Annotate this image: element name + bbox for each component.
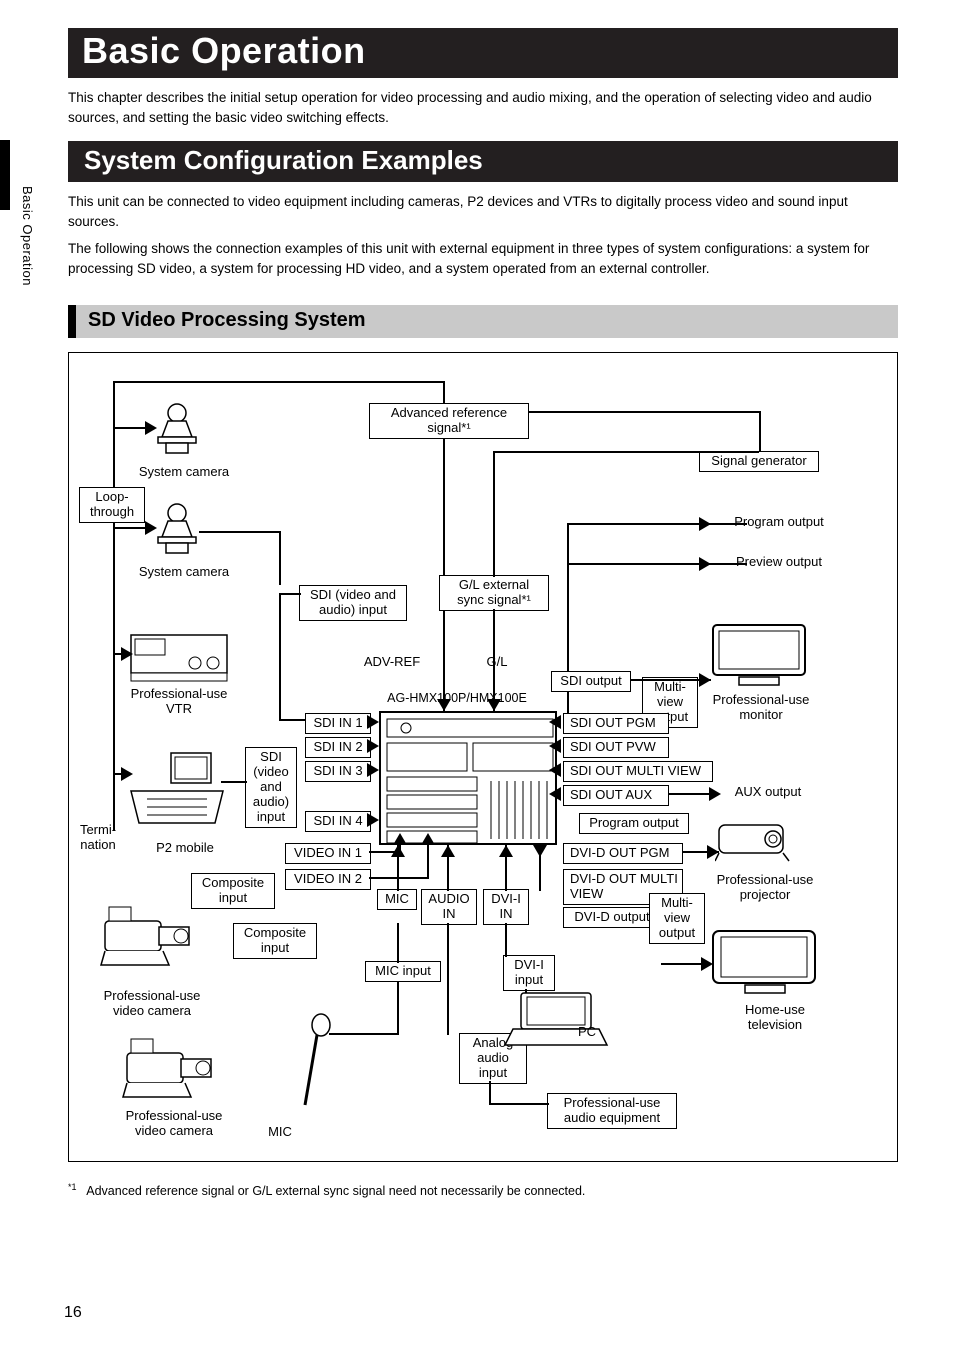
dvid-out-pgm-label: DVI-D OUT PGM (563, 843, 683, 864)
sdi-in-2-label: SDI IN 2 (305, 737, 371, 758)
p2-mobile-label: P2 mobile (145, 841, 225, 856)
page-number: 16 (64, 1304, 82, 1322)
side-section-label: Basic Operation (20, 186, 35, 286)
adv-ref-label: ADV-REF (357, 655, 427, 670)
pro-projector-label: Professional-use projector (705, 873, 825, 903)
home-tv-label: Home-use television (725, 1003, 825, 1033)
section-heading: System Configuration Examples (68, 141, 898, 182)
microphone-icon (297, 1013, 335, 1113)
camcorder-icon (119, 1033, 219, 1103)
sdi-in-3-label: SDI IN 3 (305, 761, 371, 782)
signal-generator-label: Signal generator (699, 451, 819, 472)
footnote-text: Advanced reference signal or G/L externa… (86, 1184, 585, 1198)
dvid-output-label: DVI-D output (563, 907, 661, 928)
preview-output-label: Preview output (719, 555, 839, 570)
system-camera-2-label: System camera (129, 565, 239, 580)
aux-output-label: AUX output (723, 785, 813, 800)
video-in-2-label: VIDEO IN 2 (285, 869, 371, 890)
central-unit-icon (379, 711, 557, 845)
adv-ref-signal-label: Advanced reference signal*¹ (369, 403, 529, 439)
footnote: *1 Advanced reference signal or G/L exte… (68, 1182, 898, 1198)
tv-icon (709, 927, 819, 997)
video-in-1-label: VIDEO IN 1 (285, 843, 371, 864)
camcorder-icon (97, 901, 197, 971)
pro-audio-label: Professional-use audio equipment (547, 1093, 677, 1129)
sdi-out-mv-label: SDI OUT MULTI VIEW (563, 761, 713, 782)
subsection-heading: SD Video Processing System (68, 305, 898, 338)
pro-vtr-icon (129, 633, 229, 685)
dvii-input-label: DVI-I input (503, 955, 555, 991)
termination-label: Termi-nation (73, 823, 123, 853)
side-tab (0, 140, 10, 210)
audio-in-label: AUDIO IN (421, 889, 477, 925)
sdi-in-1-label: SDI IN 1 (305, 713, 371, 734)
sdi-va-input-label: SDI (video and audio) input (299, 585, 407, 621)
dvii-in-label: DVI-I IN (483, 889, 529, 925)
composite-input-2-label: Composite input (233, 923, 317, 959)
system-camera-icon (154, 403, 200, 457)
mic-label: MIC (255, 1125, 305, 1140)
system-camera-1-label: System camera (129, 465, 239, 480)
p2-mobile-icon (129, 751, 225, 825)
sd-system-diagram: Advanced reference signal*¹ Signal gener… (68, 352, 898, 1162)
footnote-marker: *1 (68, 1182, 77, 1192)
composite-input-1-label: Composite input (191, 873, 275, 909)
program-output-2-label: Program output (579, 813, 689, 834)
sdi-out-pvw-label: SDI OUT PVW (563, 737, 669, 758)
pro-monitor-label: Professional-use monitor (701, 693, 821, 723)
pro-vtr-label: Professional-use VTR (119, 687, 239, 717)
program-output-label: Program output (719, 515, 839, 530)
system-camera-icon (154, 503, 200, 557)
section-paragraph-2: The following shows the connection examp… (68, 239, 898, 280)
gl-ext-sync-label: G/L external sync signal*¹ (439, 575, 549, 611)
loop-through-label: Loop-through (79, 487, 145, 523)
mic-input-label: MIC input (365, 961, 441, 982)
sdi-output-label: SDI output (551, 671, 631, 692)
section-paragraph-1: This unit can be connected to video equi… (68, 192, 898, 233)
sdi-in-4-label: SDI IN 4 (305, 811, 371, 832)
sdi-out-pgm-label: SDI OUT PGM (563, 713, 669, 734)
sdi-out-aux-label: SDI OUT AUX (563, 785, 669, 806)
page-title: Basic Operation (68, 28, 898, 78)
pro-video-camera-1-label: Professional-use video camera (87, 989, 217, 1019)
pc-label: PC (567, 1025, 607, 1040)
pro-monitor-icon (709, 621, 809, 689)
gl-label: G/L (477, 655, 517, 670)
sdi-va-input-2-label: SDI (video and audio) input (245, 747, 297, 828)
unit-model-label: AG-HMX100P/HMX100E (367, 691, 547, 705)
mic-col-label: MIC (377, 889, 417, 910)
projector-icon (715, 817, 795, 863)
pro-video-camera-2-label: Professional-use video camera (109, 1109, 239, 1139)
laptop-icon (501, 989, 611, 1049)
chapter-intro: This chapter describes the initial setup… (68, 88, 898, 127)
multiview-output-2-label: Multi-view output (649, 893, 705, 944)
